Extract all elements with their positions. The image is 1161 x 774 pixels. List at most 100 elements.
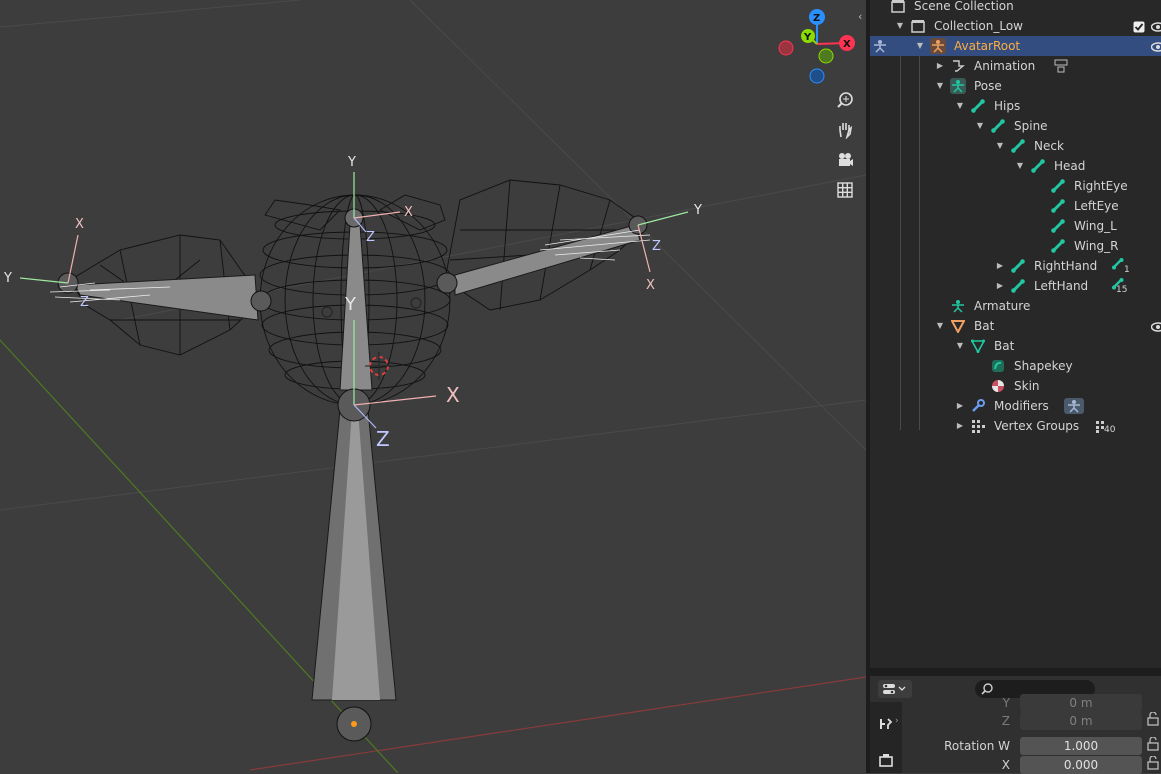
gizmo-y-label[interactable]: Y [803,32,812,43]
child-bones-icon [1112,256,1124,276]
bone-icon [1050,198,1066,214]
child-count: 40 [1104,420,1115,440]
chevron-right-icon[interactable]: › [895,716,899,726]
bone-icon [990,118,1006,134]
render-tab-icon[interactable] [878,752,894,771]
outliner-row-collection-low[interactable]: ▼ Collection_Low [870,16,1161,36]
armature-data-icon [950,298,966,314]
outliner-label: Hips [994,96,1020,116]
rotation-w-field[interactable]: 1.000 [1020,737,1142,755]
outliner-label: Neck [1034,136,1064,156]
rotation-x-field[interactable]: 0.000 [1020,756,1142,774]
outliner-label: AvatarRoot [954,36,1020,56]
area-divider[interactable] [870,668,1161,676]
location-z-field[interactable]: 0 m [1020,712,1142,730]
chevron-right-icon[interactable]: ▶ [995,276,1005,296]
outliner-row-pose[interactable]: ▼ Pose [870,76,1161,96]
chevron-down-icon[interactable]: ▼ [955,96,965,116]
lock-icon[interactable] [1147,756,1159,773]
outliner-row-bat-mesh[interactable]: ▼ Bat [870,336,1161,356]
outliner-row-scene-collection[interactable]: Scene Collection [870,0,1161,16]
right-axis-z: Z [652,239,661,254]
location-y-field[interactable]: 0 m [1020,694,1142,712]
hips-axis-z: Z [376,427,390,451]
chevron-down-icon[interactable]: ▼ [935,76,945,96]
outliner-label: Vertex Groups [994,416,1079,436]
chevron-down-icon[interactable]: ▼ [1015,156,1025,176]
outliner-panel[interactable]: Scene Collection ▼ Collection_Low ▼ Avat… [870,0,1161,668]
chevron-down-icon[interactable]: ▼ [955,336,965,356]
chevron-right-icon[interactable]: ▶ [955,396,965,416]
rotation-w-label: Rotation W [910,737,1010,755]
outliner-row-skin[interactable]: Skin [870,376,1161,396]
bone-icon [1030,158,1046,174]
armature-object-icon [930,38,946,54]
chevron-down-icon[interactable]: ▼ [975,116,985,136]
outliner-row-avatarroot[interactable]: ▼ AvatarRoot [870,36,1161,56]
outliner-label: LeftHand [1034,276,1088,296]
camera-icon[interactable] [833,148,857,172]
right-axis-x: X [646,278,655,293]
lock-icon[interactable] [1147,737,1159,754]
outliner-row-righteye[interactable]: RightEye [870,176,1161,196]
wrench-icon [970,398,986,414]
outliner-label: Scene Collection [914,0,1014,16]
pose-icon [950,78,966,94]
outliner-row-spine[interactable]: ▼ Spine [870,116,1161,136]
vertex-groups-icon [970,418,986,434]
chevron-right-icon[interactable]: ▶ [995,256,1005,276]
chevron-right-icon[interactable]: ▶ [935,56,945,76]
properties-panel[interactable]: › Y 0 m Z 0 m Rotation W 1.000 X 0.000 [870,676,1161,773]
lock-icon[interactable] [1147,712,1159,729]
outliner-label: RightHand [1034,256,1097,276]
collapse-toggle-icon[interactable]: ‹ [858,10,862,23]
outliner-label: Collection_Low [934,16,1023,36]
outliner-row-head[interactable]: ▼ Head [870,156,1161,176]
tools-tab-icon[interactable] [878,716,894,735]
outliner-label: Skin [1014,376,1040,396]
outliner-row-vertex-groups[interactable]: ▶ Vertex Groups 40 [870,416,1161,436]
outliner-row-lefthand[interactable]: ▶ LeftHand 15 [870,276,1161,296]
gizmo-x-label[interactable]: X [843,39,851,50]
pose-mode-icon[interactable] [872,38,888,54]
chevron-down-icon[interactable]: ▼ [895,16,905,36]
material-icon [990,378,1006,394]
viewport-scene: Y X Z Y X Z Y X Z Y X Z Z Y X [0,0,866,773]
outliner-label: Armature [974,296,1030,316]
mesh-data-icon [970,338,986,354]
outliner-row-modifiers[interactable]: ▶ Modifiers [870,396,1161,416]
bone-icon [970,98,986,114]
outliner-row-wing-r[interactable]: Wing_R [870,236,1161,256]
outliner-row-animation[interactable]: ▶ Animation [870,56,1161,76]
left-axis-y: Y [3,271,12,286]
grid-icon[interactable] [833,178,857,202]
outliner-label: Spine [1014,116,1048,136]
head-axis-y: Y [347,155,356,170]
outliner-row-righthand[interactable]: ▶ RightHand 1 [870,256,1161,276]
outliner-row-wing-l[interactable]: Wing_L [870,216,1161,236]
outliner-row-lefteye[interactable]: LeftEye [870,196,1161,216]
chevron-right-icon[interactable]: ▶ [955,416,965,436]
outliner-row-bat-object[interactable]: ▼ Bat [870,316,1161,336]
outliner-row-neck[interactable]: ▼ Neck [870,136,1161,156]
outliner-label: Pose [974,76,1002,96]
navigation-gizmo: Z Y X [779,9,855,83]
gizmo-z-label[interactable]: Z [813,13,820,24]
bone-icon [1050,178,1066,194]
3d-viewport[interactable]: Y X Z Y X Z Y X Z Y X Z Z Y X [0,0,866,773]
shapekey-icon [990,358,1006,374]
outliner-row-shapekey[interactable]: Shapekey [870,356,1161,376]
zoom-icon[interactable] [833,88,857,112]
hand-icon[interactable] [833,118,857,142]
chevron-down-icon[interactable]: ▼ [935,316,945,336]
properties-editor-icon [882,682,908,696]
outliner-row-hips[interactable]: ▼ Hips [870,96,1161,116]
chevron-down-icon[interactable]: ▼ [995,136,1005,156]
chevron-down-icon[interactable]: ▼ [915,36,925,56]
outliner-row-armature[interactable]: Armature [870,296,1161,316]
outliner-label: Head [1054,156,1085,176]
editor-type-dropdown[interactable] [878,680,912,698]
bone-icon [1010,278,1026,294]
outliner-label: LeftEye [1074,196,1119,216]
armature-modifier-icon [1064,398,1084,414]
